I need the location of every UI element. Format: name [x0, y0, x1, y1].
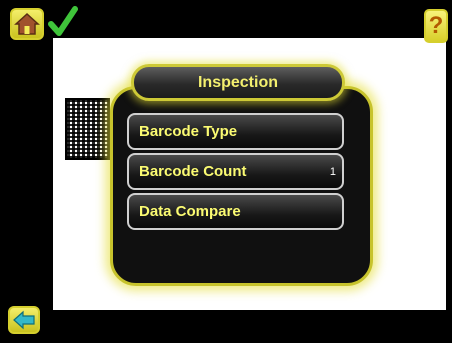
help-button[interactable]: ? — [424, 9, 448, 43]
barcode-count-value: 1 — [329, 166, 336, 178]
back-arrow-icon — [13, 310, 35, 330]
question-mark-icon: ? — [428, 12, 444, 39]
menu-item-label: Data Compare — [139, 203, 241, 220]
home-button[interactable] — [10, 8, 44, 40]
panel-title-text: Inspection — [197, 73, 278, 91]
menu-item-label: Barcode Count — [139, 163, 247, 180]
datamatrix-barcode-image — [65, 98, 110, 160]
menu-item-label: Barcode Type — [139, 123, 238, 140]
inspection-menu-title: Inspection — [131, 64, 345, 101]
menu-item-barcode-type[interactable]: Barcode Type — [127, 113, 344, 150]
menu-item-data-compare[interactable]: Data Compare — [127, 193, 344, 230]
back-button[interactable] — [8, 306, 40, 334]
checkmark-icon — [48, 6, 78, 36]
home-icon — [14, 12, 40, 35]
menu-item-barcode-count[interactable]: Barcode Count 1 — [127, 153, 344, 190]
status-pass-indicator — [48, 5, 78, 39]
